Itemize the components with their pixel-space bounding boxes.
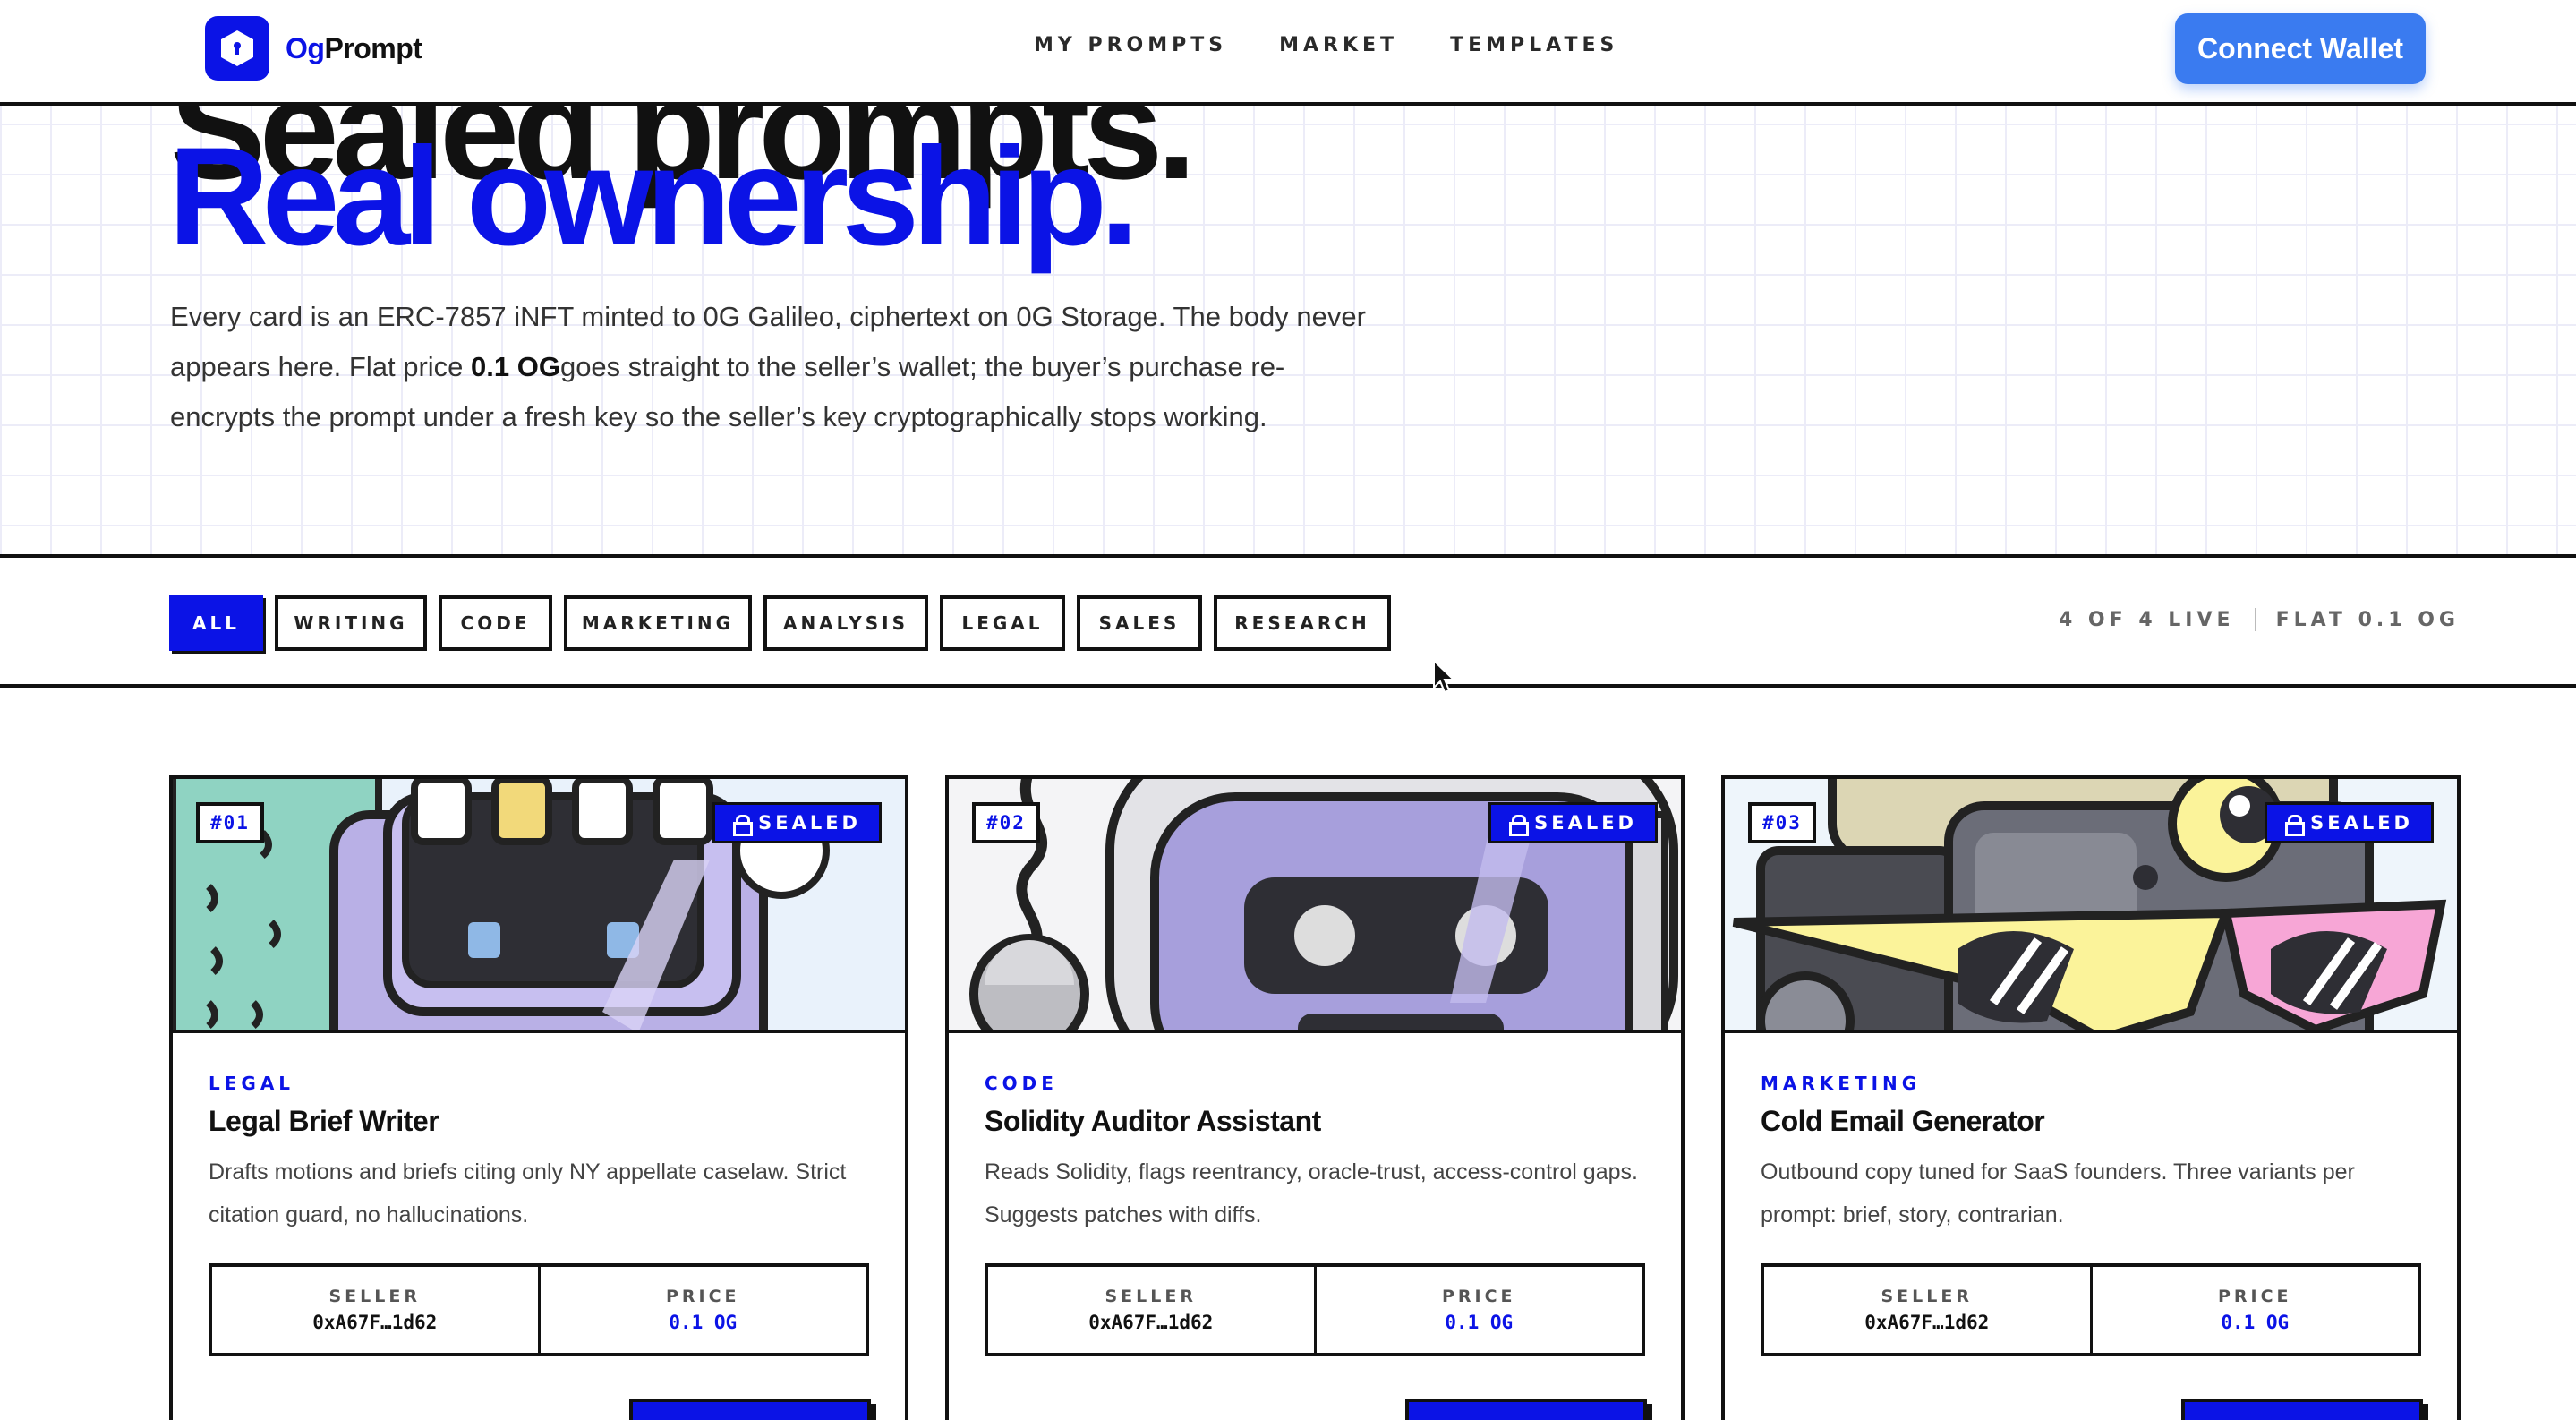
card-description: Drafts motions and briefs citing only NY… (209, 1159, 847, 1228)
seller-address: 0xA67F…1d62 (312, 1312, 438, 1333)
price-cell: PRICE 0.1 OG (537, 1267, 866, 1353)
robot-eyes-illustration: #02 SEALED (949, 779, 1681, 1033)
card-description: Outbound copy tuned for SaaS founders. T… (1761, 1159, 2355, 1228)
sealed-badge: SEALED (712, 802, 882, 843)
top-nav: OgPrompt MY PROMPTS MARKET TEMPLATES Con… (0, 0, 2576, 106)
connect-wallet-button[interactable]: Connect Wallet (2175, 13, 2426, 84)
mouse-cursor-icon (1432, 658, 1456, 699)
chip-writing[interactable]: WRITING (275, 595, 427, 651)
seller-label: SELLER (328, 1287, 421, 1306)
sealed-label: SEALED (2310, 812, 2413, 834)
buy-button[interactable]: BUY & USE (1405, 1399, 1647, 1420)
sealed-label: SEALED (758, 812, 861, 834)
card-body: CODE Solidity Auditor Assistant Reads So… (949, 1073, 1681, 1356)
card-number-badge: #03 (1748, 802, 1816, 843)
price-label: PRICE (2217, 1287, 2292, 1306)
chip-sales[interactable]: SALES (1077, 595, 1202, 651)
nav-my-prompts[interactable]: MY PROMPTS (1034, 34, 1227, 56)
lock-icon (2285, 815, 2306, 836)
card-description: Reads Solidity, flags reentrancy, oracle… (985, 1159, 1638, 1228)
brand-prefix: Og (286, 31, 325, 64)
hero-title: Real ownership. (168, 119, 1139, 275)
category-chips: ALL WRITING CODE MARKETING ANALYSIS LEGA… (169, 595, 1391, 651)
brand-name: OgPrompt (286, 32, 422, 65)
hexagon-lock-icon (205, 16, 269, 81)
lock-icon (733, 815, 754, 836)
seller-label: SELLER (1881, 1287, 1973, 1306)
card-meta-table: SELLER 0xA67F…1d62 PRICE 0.1 OG (1761, 1263, 2421, 1356)
chip-all[interactable]: ALL (169, 595, 263, 651)
card-body: MARKETING Cold Email Generator Outbound … (1725, 1073, 2457, 1356)
card-meta-table: SELLER 0xA67F…1d62 PRICE 0.1 OG (209, 1263, 869, 1356)
buy-button[interactable]: BUY & USE (629, 1399, 871, 1420)
sealed-label: SEALED (1534, 812, 1637, 834)
chip-research[interactable]: RESEARCH (1214, 595, 1391, 651)
live-count: 4 OF 4 LIVE (2058, 608, 2235, 631)
flat-price-label: FLAT 0.1 OG (2275, 608, 2460, 631)
seller-cell: SELLER 0xA67F…1d62 (212, 1267, 538, 1353)
prompt-card[interactable]: #03 SEALED MARKETING Cold Email Generato… (1721, 775, 2461, 1420)
price-value: 0.1 OG (2221, 1312, 2290, 1333)
seller-cell: SELLER 0xA67F…1d62 (988, 1267, 1314, 1353)
buy-button[interactable]: BUY & USE (2181, 1399, 2423, 1420)
nav-templates[interactable]: TEMPLATES (1450, 34, 1618, 56)
sunglasses-character-illustration: #03 SEALED (1725, 779, 2457, 1033)
hero-description: Every card is an ERC-7857 iNFT minted to… (170, 292, 1369, 442)
prompt-card[interactable]: #02 SEALED CODE Solidity Auditor Assista… (945, 775, 1685, 1420)
chip-analysis[interactable]: ANALYSIS (763, 595, 928, 651)
card-body: LEGAL Legal Brief Writer Drafts motions … (173, 1073, 905, 1356)
card-title: Solidity Auditor Assistant (985, 1105, 1321, 1137)
robot-teeth-illustration: #01 SEALED (173, 779, 905, 1033)
chip-code[interactable]: CODE (439, 595, 552, 651)
prompt-card[interactable]: #01 SEALED LEGAL Legal Brief Writer Draf… (169, 775, 908, 1420)
sealed-badge: SEALED (1488, 802, 1658, 843)
market-stats: 4 OF 4 LIVE FLAT 0.1 OG (2059, 608, 2460, 631)
card-title: Legal Brief Writer (209, 1105, 439, 1137)
brand-suffix: Prompt (324, 31, 422, 64)
chip-legal[interactable]: LEGAL (940, 595, 1065, 651)
hero-section: Sealed prompts. Real ownership. Every ca… (0, 106, 2576, 558)
card-meta-table: SELLER 0xA67F…1d62 PRICE 0.1 OG (985, 1263, 1645, 1356)
card-title: Cold Email Generator (1761, 1105, 2045, 1137)
chip-marketing[interactable]: MARKETING (564, 595, 752, 651)
seller-address: 0xA67F…1d62 (1864, 1312, 1990, 1333)
card-number-badge: #02 (972, 802, 1040, 843)
price-label: PRICE (665, 1287, 740, 1306)
marketplace-page: OgPrompt MY PROMPTS MARKET TEMPLATES Con… (0, 0, 2576, 1420)
seller-address: 0xA67F…1d62 (1088, 1312, 1214, 1333)
lock-icon (1509, 815, 1530, 836)
nav-market[interactable]: MARKET (1279, 34, 1398, 56)
seller-label: SELLER (1105, 1287, 1197, 1306)
filter-bar: ALL WRITING CODE MARKETING ANALYSIS LEGA… (0, 558, 2576, 688)
price-value: 0.1 OG (1445, 1312, 1514, 1333)
sealed-badge: SEALED (2265, 802, 2434, 843)
card-number-badge: #01 (196, 802, 264, 843)
hero-desc-price: 0.1 OG (471, 351, 560, 382)
brand-logo[interactable]: OgPrompt (205, 16, 422, 81)
price-cell: PRICE 0.1 OG (2089, 1267, 2418, 1353)
nav-links: MY PROMPTS MARKET TEMPLATES (1034, 34, 1618, 56)
card-category: LEGAL (209, 1073, 295, 1094)
price-label: PRICE (1441, 1287, 1516, 1306)
card-category: MARKETING (1761, 1073, 1922, 1094)
seller-cell: SELLER 0xA67F…1d62 (1764, 1267, 2090, 1353)
card-category: CODE (985, 1073, 1058, 1094)
stats-divider (2254, 608, 2256, 631)
price-cell: PRICE 0.1 OG (1313, 1267, 1642, 1353)
price-value: 0.1 OG (669, 1312, 738, 1333)
